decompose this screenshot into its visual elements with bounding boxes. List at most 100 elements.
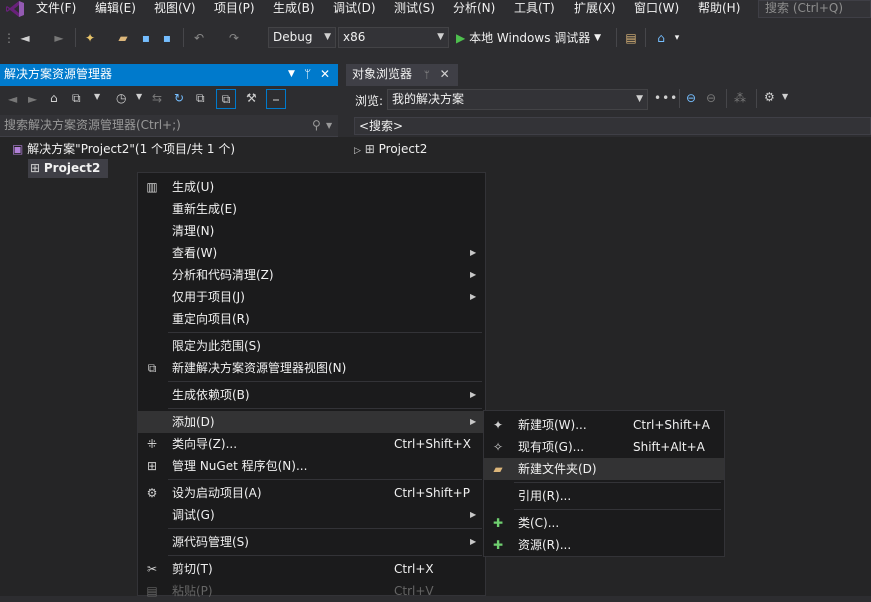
menu-item-new-item[interactable]: ✦ 新建项(W)... Ctrl+Shift+A <box>484 414 724 436</box>
menu-separator <box>168 555 482 556</box>
start-debugging-label: 本地 Windows 调试器 <box>469 31 591 45</box>
menu-item-source-control[interactable]: 源代码管理(S) ▶ <box>138 531 485 553</box>
browse-scope-combo[interactable]: 我的解决方案 ▼ <box>387 89 648 110</box>
show-all-files-icon[interactable]: ⧉ <box>216 89 236 109</box>
chevron-down-icon: ▼ <box>594 32 602 43</box>
switch-views-icon[interactable]: ⧉ <box>72 91 81 106</box>
back-circle-icon[interactable]: ⊖ <box>686 91 696 105</box>
close-icon[interactable]: ✕ <box>320 64 330 85</box>
expand-arrow-icon[interactable]: ▷ <box>354 146 361 156</box>
menu-item-class[interactable]: ✚ 类(C)... <box>484 512 724 534</box>
toolbar-separator <box>616 28 617 47</box>
open-file-icon[interactable]: ▰ <box>114 25 132 50</box>
pin-icon[interactable]: ᛘ <box>424 70 430 81</box>
menu-item-new-folder[interactable]: ▰ 新建文件夹(D) <box>484 458 724 480</box>
navigate-back-icon[interactable]: ◄ <box>16 25 34 50</box>
properties-wrench-icon[interactable]: ⚒ <box>246 91 257 105</box>
menu-item-add[interactable]: 添加(D) ▶ <box>138 411 485 433</box>
browser-link-icon[interactable]: ⌂ <box>652 25 670 50</box>
paste-icon: ▤ <box>146 584 158 598</box>
solution-configuration-combo[interactable]: Debug ▼ <box>268 27 336 48</box>
menu-project[interactable]: 项目(P) <box>214 0 255 18</box>
menu-item-project-only[interactable]: 仅用于项目(J) ▶ <box>138 286 485 308</box>
menu-item-new-explorer-view[interactable]: ⧉ 新建解决方案资源管理器视图(N) <box>138 357 485 379</box>
sync-icon[interactable]: ⇆ <box>152 91 162 105</box>
menu-item-manage-nuget[interactable]: ⊞ 管理 NuGet 程序包(N)... <box>138 455 485 477</box>
menu-item-build-dependencies[interactable]: 生成依赖项(B) ▶ <box>138 384 485 406</box>
menu-file[interactable]: 文件(F) <box>36 0 76 18</box>
more-options-icon[interactable]: ••• <box>654 91 678 105</box>
menu-edit[interactable]: 编辑(E) <box>95 0 136 18</box>
undo-icon[interactable]: ↶ <box>190 25 208 50</box>
menu-item-analyze-cleanup[interactable]: 分析和代码清理(Z) ▶ <box>138 264 485 286</box>
home-icon[interactable]: ⌂ <box>50 91 58 105</box>
menu-build[interactable]: 生成(B) <box>273 0 315 18</box>
chevron-down-icon[interactable]: ▼ <box>782 92 788 101</box>
redo-icon[interactable]: ↷ <box>225 25 243 50</box>
find-in-files-icon[interactable]: ▤ <box>622 25 640 50</box>
pending-changes-filter-icon[interactable]: ◷ <box>116 91 126 105</box>
chevron-down-icon[interactable]: ▼ <box>326 115 332 136</box>
menu-separator <box>514 509 721 510</box>
pin-icon[interactable]: ᛘ <box>304 64 311 85</box>
menu-item-paste[interactable]: ▤ 粘贴(P) Ctrl+V <box>138 580 485 602</box>
start-debugging-button[interactable]: ▶ 本地 Windows 调试器 ▼ <box>456 25 612 50</box>
menu-test[interactable]: 测试(S) <box>394 0 435 18</box>
menu-item-scope-to-this[interactable]: 限定为此范围(S) <box>138 335 485 357</box>
solution-explorer-titlebar: 解决方案资源管理器 ▼ ᛘ ✕ <box>0 64 338 86</box>
quick-launch-search[interactable]: 搜索 (Ctrl+Q) <box>758 0 871 18</box>
refresh-icon[interactable]: ↻ <box>174 91 184 105</box>
menu-item-view[interactable]: 查看(W) ▶ <box>138 242 485 264</box>
menu-item-clean[interactable]: 清理(N) <box>138 220 485 242</box>
menu-debug[interactable]: 调试(D) <box>333 0 376 18</box>
save-icon[interactable]: ▪ <box>138 25 154 50</box>
chevron-down-icon: ▼ <box>437 32 444 42</box>
tree-node-solution[interactable]: ▣ 解决方案"Project2"(1 个项目/共 1 个) <box>12 140 332 159</box>
menu-item-rebuild[interactable]: 重新生成(E) <box>138 198 485 220</box>
chevron-down-icon[interactable]: ▼ <box>136 92 142 101</box>
menu-item-retarget[interactable]: 重定向项目(R) <box>138 308 485 330</box>
add-reference-icon[interactable]: ⁂ <box>734 91 746 105</box>
save-all-icon[interactable]: ▪ <box>158 25 176 50</box>
toolbar-overflow-icon[interactable]: ▾ <box>672 25 682 50</box>
menu-bar: 文件(F) 编辑(E) 视图(V) 项目(P) 生成(B) 调试(D) 测试(S… <box>0 0 871 18</box>
gear-icon[interactable]: ⚙ <box>764 90 775 104</box>
close-icon[interactable]: ✕ <box>440 67 450 81</box>
menu-item-set-startup[interactable]: ⚙ 设为启动项目(A) Ctrl+Shift+P <box>138 482 485 504</box>
submenu-arrow-icon: ▶ <box>470 292 477 301</box>
object-browser-search-input[interactable]: <搜索> <box>354 117 871 135</box>
class-wizard-icon: ⁜ <box>146 437 158 451</box>
preview-selected-items-icon[interactable]: ⎯ <box>266 89 286 109</box>
menu-item-existing-item[interactable]: ✧ 现有项(G)... Shift+Alt+A <box>484 436 724 458</box>
menu-window[interactable]: 窗口(W) <box>634 0 679 18</box>
menu-tools[interactable]: 工具(T) <box>514 0 555 18</box>
menu-item-resource[interactable]: ✚ 资源(R)... <box>484 534 724 556</box>
tab-object-browser[interactable]: 对象浏览器 ᛘ ✕ <box>346 64 458 86</box>
menu-item-debug[interactable]: 调试(G) ▶ <box>138 504 485 526</box>
forward-circle-icon[interactable]: ⊖ <box>706 91 716 105</box>
menu-view[interactable]: 视图(V) <box>154 0 196 18</box>
menu-extensions[interactable]: 扩展(X) <box>574 0 616 18</box>
new-folder-icon: ▰ <box>493 462 503 476</box>
solution-explorer-search-input[interactable]: 搜索解决方案资源管理器(Ctrl+;) ⚲ ▼ <box>0 115 338 137</box>
toolbar-separator <box>75 28 76 47</box>
nuget-icon: ⊞ <box>146 459 158 473</box>
solution-platform-combo[interactable]: x86 ▼ <box>338 27 449 48</box>
toolbar-separator <box>756 89 757 108</box>
menu-item-reference[interactable]: 引用(R)... <box>484 485 724 507</box>
window-position-dropdown-icon[interactable]: ▼ <box>288 64 295 85</box>
tree-node-project[interactable]: ⊞ Project2 <box>28 159 108 178</box>
menu-help[interactable]: 帮助(H) <box>698 0 740 18</box>
navigate-forward-icon[interactable]: ► <box>50 25 68 50</box>
object-browser-tree-item[interactable]: ▷ ⊞ Project2 <box>354 140 427 159</box>
menu-analyze[interactable]: 分析(N) <box>453 0 495 18</box>
chevron-down-icon[interactable]: ▼ <box>94 92 100 101</box>
back-icon[interactable]: ◄ <box>8 92 17 106</box>
collapse-all-icon[interactable]: ⧉ <box>196 91 205 106</box>
menu-item-cut[interactable]: ✂ 剪切(T) Ctrl+X <box>138 558 485 580</box>
search-icon[interactable]: ⚲ <box>312 115 321 136</box>
new-project-icon[interactable]: ✦ <box>80 25 100 50</box>
menu-item-build[interactable]: ▥ 生成(U) <box>138 176 485 198</box>
menu-item-class-wizard[interactable]: ⁜ 类向导(Z)... Ctrl+Shift+X <box>138 433 485 455</box>
forward-icon[interactable]: ► <box>28 92 37 106</box>
